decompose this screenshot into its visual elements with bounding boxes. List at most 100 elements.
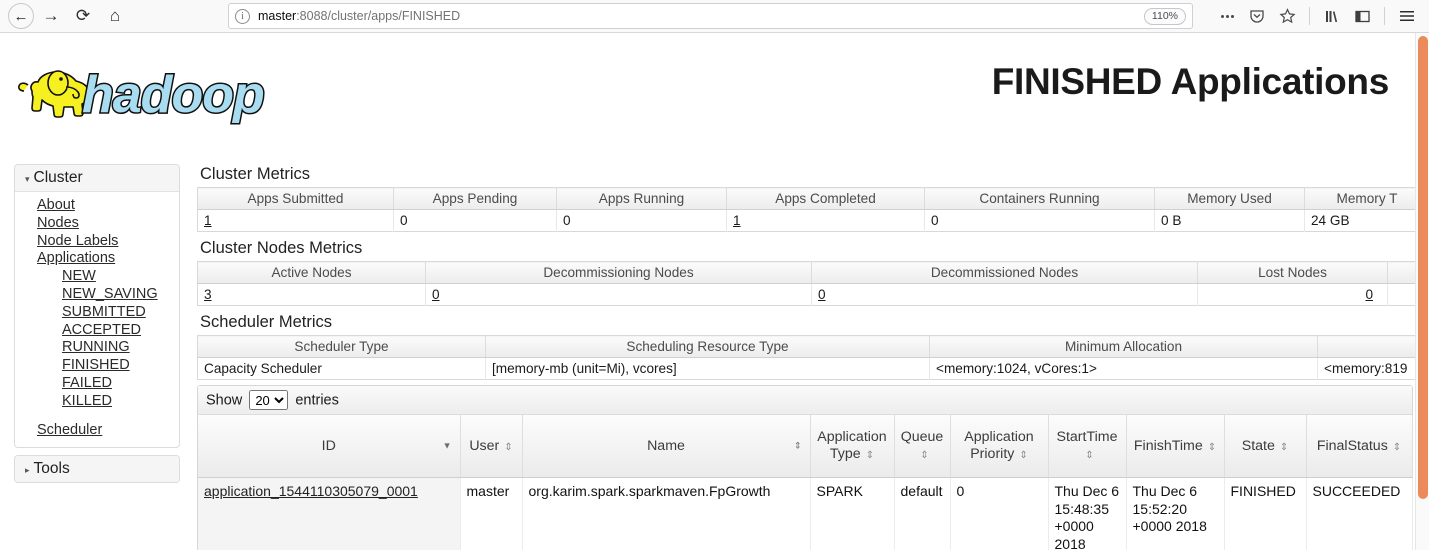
cell-application-type: SPARK: [810, 477, 895, 550]
col-scheduler-type[interactable]: Scheduler Type: [197, 335, 486, 358]
col-queue[interactable]: Queue ⇕: [894, 415, 951, 478]
sidebar-item-failed[interactable]: FAILED: [15, 375, 179, 393]
vertical-scrollbar-thumb[interactable]: [1418, 36, 1428, 499]
col-id[interactable]: ID ▼: [198, 415, 461, 478]
chevron-right-icon: ▸: [25, 465, 30, 476]
sidebar-item-running[interactable]: RUNNING: [15, 339, 179, 357]
url-path: :8088/cluster/apps/FINISHED: [296, 9, 461, 23]
sort-both-icon: ⇕: [1207, 441, 1217, 453]
col-active-nodes[interactable]: Active Nodes: [197, 261, 426, 284]
cell-finish-time: Thu Dec 6 15:52:20 +0000 2018: [1126, 477, 1225, 550]
table-header-row: Scheduler Type Scheduling Resource Type …: [197, 335, 1429, 358]
sidebar-tools-label: Tools: [33, 460, 70, 478]
table-header-row: Active Nodes Decommissioning Nodes Decom…: [197, 261, 1429, 284]
col-start-time-label: StartTime: [1056, 429, 1118, 445]
chevron-down-icon: ▾: [25, 174, 30, 184]
cell-memory-used: 0 B: [1154, 209, 1305, 232]
forward-arrow-icon[interactable]: →: [36, 2, 66, 30]
sort-both-icon: ⇕: [1019, 450, 1028, 461]
col-lost-nodes[interactable]: Lost Nodes: [1197, 261, 1388, 284]
cell-apps-pending: 0: [393, 209, 557, 232]
table-row: 1 0 0 1 0 0 B 24 GB: [197, 209, 1429, 232]
col-name[interactable]: Name ⇕: [522, 415, 811, 478]
sidebar-cluster-header[interactable]: ▾ Cluster: [15, 165, 179, 192]
sidebar-cluster-items: About Nodes Node Labels Applications NEW…: [15, 192, 179, 447]
back-arrow-icon[interactable]: ←: [8, 3, 34, 29]
sidebar-item-new-saving[interactable]: NEW_SAVING: [15, 286, 179, 304]
col-decommissioned-nodes[interactable]: Decommissioned Nodes: [811, 261, 1198, 284]
cluster-metrics-title: Cluster Metrics: [200, 165, 311, 183]
entries-label: entries: [295, 392, 339, 409]
application-id-link[interactable]: application_1544110305079_0001: [204, 483, 418, 499]
page-title: FINISHED Applications: [991, 61, 1390, 102]
sort-both-icon: ⇕: [1085, 450, 1094, 461]
sidebar-item-about[interactable]: About: [15, 197, 179, 215]
navigation-buttons: ← → ⟳ ⌂: [8, 2, 130, 30]
col-apps-running[interactable]: Apps Running: [556, 187, 727, 210]
hamburger-menu-icon[interactable]: [1393, 3, 1421, 29]
sidebar-item-nodes[interactable]: Nodes: [15, 215, 179, 233]
col-application-type[interactable]: Application Type ⇕: [810, 415, 895, 478]
page-vertical-scrollbar[interactable]: [1415, 33, 1429, 550]
col-user[interactable]: User ⇕: [460, 415, 523, 478]
sidebar-item-applications[interactable]: Applications: [15, 250, 179, 268]
cluster-nodes-metrics-table: Active Nodes Decommissioning Nodes Decom…: [197, 261, 1429, 306]
page-info-icon[interactable]: i: [235, 8, 250, 24]
hadoop-logo[interactable]: hadoop: [14, 57, 314, 129]
lost-nodes-link[interactable]: 0: [1365, 287, 1373, 302]
page-header: hadoop FINISHED Applications: [0, 33, 1429, 138]
page-actions-icon[interactable]: [1213, 3, 1241, 29]
table-row[interactable]: application_1544110305079_0001 master or…: [198, 477, 1413, 550]
sidebar-toggle-icon[interactable]: [1348, 3, 1376, 29]
col-apps-completed[interactable]: Apps Completed: [726, 187, 925, 210]
decommissioned-nodes-link[interactable]: 0: [818, 287, 826, 302]
col-final-status[interactable]: FinalStatus ⇕: [1306, 415, 1413, 478]
toolbar-divider-2: [1384, 7, 1385, 25]
sidebar-item-accepted[interactable]: ACCEPTED: [15, 322, 179, 340]
sidebar-item-finished[interactable]: FINISHED: [15, 357, 179, 375]
col-application-priority[interactable]: Application Priority ⇕: [950, 415, 1049, 478]
show-entries-label: Show: [206, 392, 243, 409]
sidebar-item-node-labels[interactable]: Node Labels: [15, 233, 179, 251]
col-minimum-allocation[interactable]: Minimum Allocation: [929, 335, 1318, 358]
col-containers-running[interactable]: Containers Running: [924, 187, 1155, 210]
table-header-row: ID ▼ User ⇕ Name ⇕ Application Type ⇕ Queue⇕…: [198, 415, 1413, 478]
col-state[interactable]: State ⇕: [1224, 415, 1307, 478]
apps-completed-link[interactable]: 1: [733, 213, 741, 228]
cell-decommissioning-nodes: 0: [425, 283, 812, 306]
col-memory-total[interactable]: Memory T: [1304, 187, 1429, 210]
col-start-time[interactable]: StartTime ⇕: [1048, 415, 1127, 478]
table-row: 3 0 0 0 0: [197, 283, 1429, 306]
col-apps-submitted[interactable]: Apps Submitted: [197, 187, 394, 210]
cell-memory-total: 24 GB: [1304, 209, 1429, 232]
url-bar[interactable]: i master:8088/cluster/apps/FINISHED 110%: [228, 3, 1193, 29]
decommissioning-nodes-link[interactable]: 0: [432, 287, 440, 302]
home-icon[interactable]: ⌂: [100, 2, 130, 30]
cell-state: FINISHED: [1224, 477, 1307, 550]
col-decommissioning-nodes[interactable]: Decommissioning Nodes: [425, 261, 812, 284]
col-maximum-allocation[interactable]: [1317, 335, 1429, 358]
cell-decommissioned-nodes: 0: [811, 283, 1198, 306]
sidebar-item-submitted[interactable]: SUBMITTED: [15, 304, 179, 322]
reload-icon[interactable]: ⟳: [68, 2, 98, 30]
active-nodes-link[interactable]: 3: [204, 287, 212, 302]
col-finish-time[interactable]: FinishTime ⇕: [1126, 415, 1225, 478]
zoom-level-badge[interactable]: 110%: [1143, 7, 1186, 25]
sidebar-tools-header[interactable]: ▸ Tools: [15, 456, 179, 483]
col-scheduling-resource-type[interactable]: Scheduling Resource Type: [485, 335, 930, 358]
sidebar-item-scheduler[interactable]: Scheduler: [15, 422, 179, 440]
bookmark-star-icon[interactable]: [1273, 3, 1301, 29]
scheduler-metrics-table: Scheduler Type Scheduling Resource Type …: [197, 335, 1429, 380]
url-host: master: [258, 9, 297, 23]
library-icon[interactable]: [1318, 3, 1346, 29]
sidebar: ▾ Cluster About Nodes Node Labels Applica…: [14, 164, 180, 490]
sidebar-item-killed[interactable]: KILLED: [15, 393, 179, 411]
sidebar-tools-block: ▸ Tools: [14, 455, 180, 484]
col-apps-pending[interactable]: Apps Pending: [393, 187, 557, 210]
toolbar-divider: [1309, 7, 1310, 25]
apps-submitted-link[interactable]: 1: [204, 213, 212, 228]
page-size-select[interactable]: 20: [249, 390, 289, 410]
pocket-icon[interactable]: [1243, 3, 1271, 29]
col-memory-used[interactable]: Memory Used: [1154, 187, 1305, 210]
sidebar-item-new[interactable]: NEW: [15, 268, 179, 286]
